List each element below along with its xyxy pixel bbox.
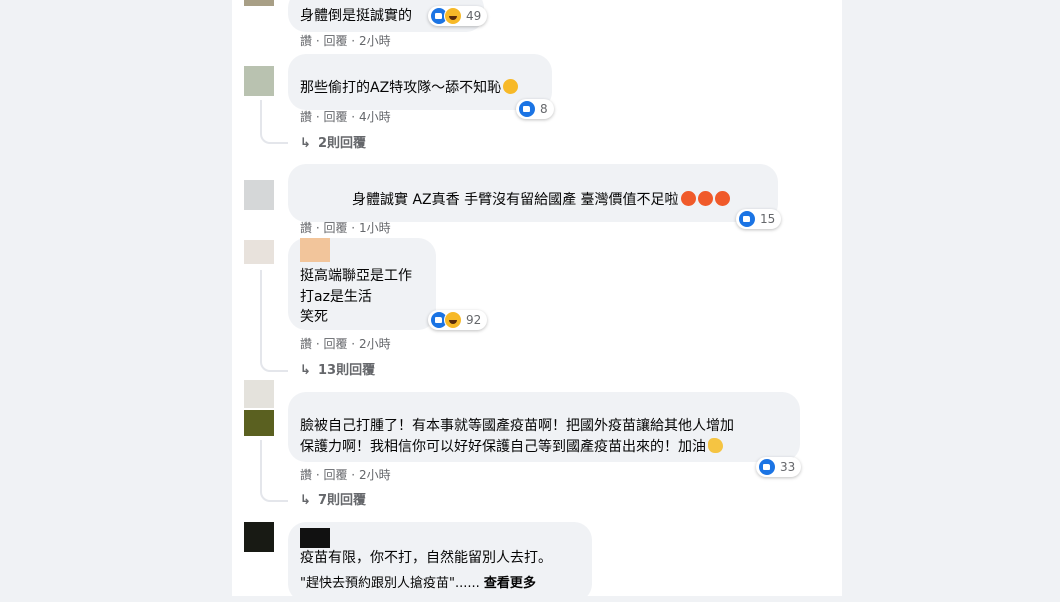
wow-emoji [697, 191, 713, 206]
censored-name [300, 528, 330, 548]
like-link[interactable]: 讚 [300, 34, 312, 48]
see-more-link[interactable]: 查看更多 [484, 576, 536, 591]
reply-thread-line [260, 100, 288, 144]
view-replies-link[interactable]: ↳ 7則回覆 [300, 493, 366, 509]
comment-meta: 讚 · 回覆 · 1小時 [300, 221, 391, 235]
reply-arrow-icon: ↳ [300, 493, 311, 508]
muscle-emoji [708, 438, 723, 453]
comment-text: 那些偷打的AZ特攻隊～舔不知恥 [300, 78, 519, 98]
reaction-summary[interactable]: 8 [516, 99, 554, 119]
comment-text: 身體倒是挺誠實的 [300, 8, 412, 24]
reaction-count: 33 [780, 460, 796, 474]
comment-meta: 讚 · 回覆 · 2小時 [300, 468, 391, 482]
reply-link[interactable]: 回覆 [323, 221, 347, 235]
like-icon [518, 100, 536, 118]
timestamp[interactable]: 2小時 [359, 468, 391, 482]
reply-link[interactable]: 回覆 [323, 34, 347, 48]
view-replies-link[interactable]: ↳ 2則回覆 [300, 136, 366, 152]
image-thumbnail[interactable] [300, 238, 330, 262]
avatar[interactable] [244, 66, 274, 96]
reaction-summary[interactable]: 92 [428, 310, 488, 330]
like-icon [738, 210, 756, 228]
avatar[interactable] [244, 240, 274, 264]
reaction-count: 92 [466, 313, 482, 327]
reply-thread-line [260, 270, 288, 372]
reaction-count: 15 [760, 212, 776, 226]
comment-meta: 讚 · 回覆 · 2小時 [300, 337, 391, 351]
timestamp[interactable]: 4小時 [359, 110, 391, 124]
comment-text: 保護力啊！我相信你可以好好保護自己等到國產疫苗出來的！加油 [300, 437, 723, 457]
reaction-summary[interactable]: 49 [428, 6, 488, 26]
reply-arrow-icon: ↳ [300, 136, 311, 151]
reply-link[interactable]: 回覆 [323, 337, 347, 351]
wow-emoji [714, 191, 730, 206]
avatar[interactable] [244, 410, 274, 436]
comment-text: 疫苗有限，你不打，自然能留別人去打。 [300, 550, 552, 566]
avatar[interactable] [244, 180, 274, 210]
comment-text: "趕快去預約跟別人搶疫苗"...... 查看更多 [300, 576, 536, 591]
reaction-summary[interactable]: 33 [756, 457, 802, 477]
comment-text: 臉被自己打腫了！有本事就等國產疫苗啊！把國外疫苗讓給其他人增加 [300, 418, 734, 434]
reply-link[interactable]: 回覆 [323, 110, 347, 124]
reply-thread-line [260, 440, 288, 502]
reaction-count: 8 [540, 102, 548, 116]
reaction-summary[interactable]: 15 [736, 209, 782, 229]
reply-arrow-icon: ↳ [300, 363, 311, 378]
view-replies-link[interactable]: ↳ 13則回覆 [300, 363, 375, 379]
comment-text: 笑死 [300, 309, 328, 325]
comment-meta: 讚 · 回覆 · 2小時 [300, 34, 391, 48]
comment-text: 身體誠實 AZ真香 手臂沒有留給國產 臺灣價值不足啦 [352, 190, 730, 210]
like-link[interactable]: 讚 [300, 110, 312, 124]
like-icon [758, 458, 776, 476]
like-link[interactable]: 讚 [300, 337, 312, 351]
comment-text: 挺高端聯亞是工作 [300, 268, 412, 284]
like-link[interactable]: 讚 [300, 468, 312, 482]
comment-text: 打az是生活 [300, 289, 372, 305]
avatar[interactable] [244, 380, 274, 408]
haha-icon [444, 311, 462, 329]
timestamp[interactable]: 1小時 [359, 221, 391, 235]
comments-panel: 身體倒是挺誠實的 49 讚 · 回覆 · 2小時 那些偷打的AZ特攻隊～舔不知恥… [232, 0, 842, 602]
rofl-emoji [503, 79, 519, 94]
haha-icon [444, 7, 462, 25]
avatar[interactable] [244, 0, 274, 6]
wow-emoji [680, 191, 696, 206]
reply-link[interactable]: 回覆 [323, 468, 347, 482]
avatar[interactable] [244, 522, 274, 552]
timestamp[interactable]: 2小時 [359, 337, 391, 351]
like-link[interactable]: 讚 [300, 221, 312, 235]
comment-meta: 讚 · 回覆 · 4小時 [300, 110, 391, 124]
reaction-count: 49 [466, 9, 482, 23]
timestamp[interactable]: 2小時 [359, 34, 391, 48]
